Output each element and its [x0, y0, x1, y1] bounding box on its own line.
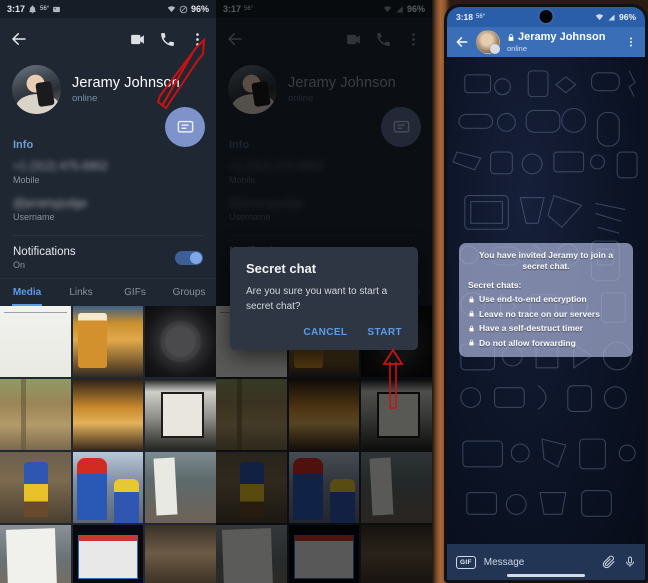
- media-cell-cosplay[interactable]: [0, 452, 71, 523]
- lock-icon: [469, 340, 474, 346]
- wifi-icon: [595, 13, 604, 20]
- status-time: 3:18: [456, 12, 474, 22]
- media-cell-beer[interactable]: [72, 306, 144, 377]
- screenshot-icon: [53, 6, 60, 12]
- media-grid: 560 3°feels like 1° -14°feels like -22°: [0, 306, 216, 583]
- phone-value: +1 (312) 475-6902: [13, 161, 108, 173]
- front-camera: [539, 10, 553, 23]
- wifi-icon: [167, 5, 176, 12]
- tab-gifs[interactable]: GIFs: [108, 279, 162, 306]
- media-cell-watch[interactable]: [145, 306, 216, 377]
- chat-contact-status: online: [507, 44, 528, 53]
- info-section: Info +1 (312) 475-6902 Mobile @jeramyjud…: [0, 128, 216, 278]
- secret-bullet-text: Do not allow forwarding: [479, 337, 576, 348]
- message-fab-button[interactable]: [165, 107, 205, 147]
- tab-media[interactable]: Media: [0, 279, 54, 306]
- signal-icon: [608, 14, 615, 20]
- secret-bullet: Have a self-destruct timer: [468, 323, 624, 333]
- tab-links[interactable]: Links: [54, 279, 108, 306]
- notifications-toggle[interactable]: [175, 251, 203, 265]
- lock-icon: [469, 311, 474, 317]
- panel-profile-screen: 3:17 56° 96% Jeramy Johnson online Info …: [0, 0, 216, 583]
- profile-app-bar: [0, 18, 216, 60]
- message-input-bar: GIF Message: [447, 544, 645, 580]
- chat-app-bar: Jeramy Johnson online: [447, 27, 645, 57]
- secret-bullet: Leave no trace on our servers: [468, 309, 624, 319]
- media-cell-sign[interactable]: [145, 452, 216, 523]
- secret-bullet-text: Have a self-destruct timer: [479, 323, 583, 334]
- media-cell-drink[interactable]: [72, 379, 144, 450]
- bell-icon: [29, 4, 36, 13]
- status-battery: 96%: [190, 4, 209, 14]
- avatar[interactable]: [12, 65, 61, 114]
- chat-bubble-icon: [177, 120, 193, 133]
- tab-groups[interactable]: Groups: [162, 279, 216, 306]
- media-cell-document[interactable]: [0, 306, 71, 377]
- media-cell-bottle[interactable]: [145, 379, 216, 450]
- message-input[interactable]: Message: [484, 557, 594, 568]
- media-tabs: Media Links GIFs Groups: [0, 278, 216, 306]
- secret-chat-dialog: Secret chat Are you sure you want to sta…: [230, 247, 418, 350]
- status-temperature: 56°: [40, 6, 50, 12]
- paperclip-icon[interactable]: [602, 554, 616, 570]
- status-battery: 96%: [618, 12, 636, 22]
- secret-headline: You have invited Jeramy to join a secret…: [479, 250, 613, 272]
- secret-chat-info-bubble: You have invited Jeramy to join a secret…: [459, 243, 633, 357]
- phone-call-icon[interactable]: [159, 31, 176, 48]
- microphone-icon[interactable]: [624, 554, 636, 570]
- lock-icon: [469, 325, 474, 332]
- secret-bullet-text: Leave no trace on our servers: [479, 308, 600, 319]
- profile-name: Jeramy Johnson: [72, 75, 180, 91]
- video-call-icon[interactable]: [129, 31, 146, 48]
- overflow-menu-icon[interactable]: [189, 31, 206, 48]
- status-time: 3:17: [7, 4, 26, 14]
- divider: [13, 235, 203, 236]
- three-panel-screenshot: 3:17 56° 96% Jeramy Johnson online Info …: [0, 0, 648, 583]
- media-cell-trail[interactable]: [0, 379, 71, 450]
- secret-bullet-text: Use end-to-end encryption: [479, 294, 587, 305]
- lock-icon: [508, 33, 514, 41]
- dnd-icon: [179, 5, 188, 13]
- secret-bullet: Use end-to-end encryption: [468, 294, 624, 304]
- phone-row[interactable]: +1 (312) 475-6902 Mobile: [13, 161, 203, 185]
- notifications-value: On: [13, 260, 26, 270]
- media-cell-560[interactable]: 560: [0, 525, 71, 583]
- physical-phone: 3:18 56° 96% Jeramy Johnson online You h…: [444, 4, 648, 583]
- chat-title-row: Jeramy Johnson: [507, 31, 605, 43]
- username-label: Username: [13, 212, 55, 222]
- dialog-title: Secret chat: [246, 261, 317, 276]
- status-bar: 3:18 56° 96%: [447, 7, 645, 27]
- start-button[interactable]: START: [367, 327, 402, 338]
- phone-label: Mobile: [13, 175, 40, 185]
- dialog-message: Are you sure you want to start a secret …: [246, 286, 388, 312]
- profile-header: Jeramy Johnson online: [0, 60, 216, 147]
- secret-subhead: Secret chats:: [468, 279, 522, 290]
- media-cell-mario[interactable]: [72, 452, 144, 523]
- cancel-button[interactable]: CANCEL: [303, 327, 347, 338]
- chat-background: You have invited Jeramy to join a secret…: [447, 57, 645, 544]
- lock-icon: [469, 296, 474, 303]
- status-temperature: 56°: [476, 14, 486, 20]
- chat-contact-name: Jeramy Johnson: [518, 31, 606, 43]
- back-arrow-icon[interactable]: [10, 30, 28, 48]
- avatar[interactable]: [476, 30, 500, 54]
- media-cell-560-label: 560: [26, 540, 44, 569]
- gif-button[interactable]: GIF: [456, 555, 476, 569]
- navigation-pill: [507, 574, 585, 577]
- profile-status: online: [72, 93, 98, 104]
- media-cell-chart[interactable]: [72, 525, 144, 583]
- notifications-label: Notifications: [13, 246, 76, 258]
- media-cell-horse[interactable]: [145, 525, 216, 583]
- back-arrow-icon[interactable]: [455, 35, 469, 49]
- secret-bullet: Do not allow forwarding: [468, 338, 624, 348]
- notifications-row[interactable]: Notifications On: [13, 246, 203, 270]
- panel-secret-chat-dialog: 3:17 56° 96% Jeramy Johnson online: [216, 0, 432, 583]
- status-bar: 3:17 56° 96%: [0, 0, 216, 18]
- panel-secret-chat-photo: 3:18 56° 96% Jeramy Johnson online You h…: [432, 0, 648, 583]
- overflow-menu-icon[interactable]: [625, 35, 637, 49]
- username-value: @jeramyjudge: [13, 198, 88, 210]
- username-row[interactable]: @jeramyjudge Username: [13, 198, 203, 222]
